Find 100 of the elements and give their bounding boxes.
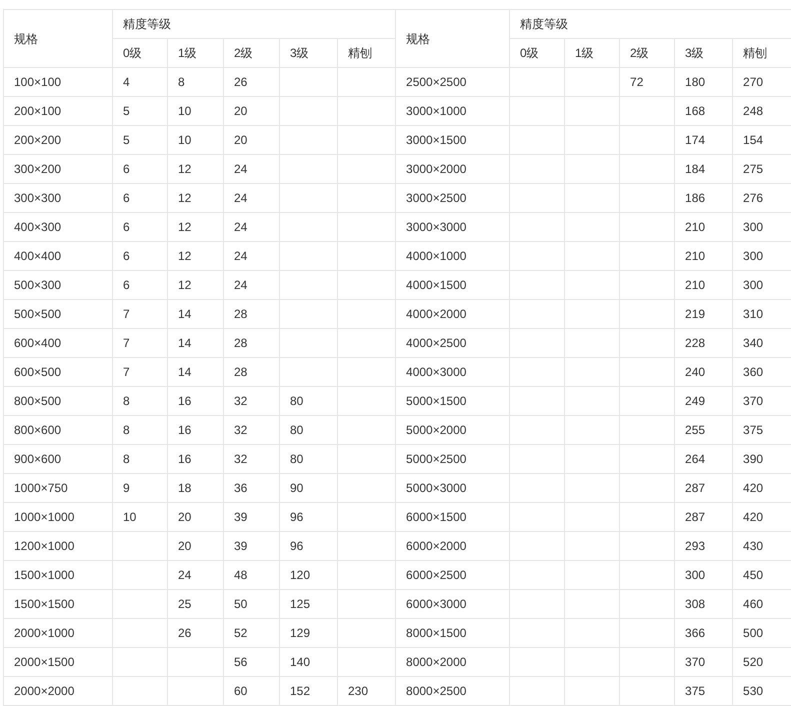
- table-cell: 140: [280, 648, 338, 676]
- table-cell: 8: [112, 416, 168, 444]
- column-group-header: 精度等级: [510, 10, 791, 38]
- table-cell: 90: [280, 474, 338, 502]
- table-cell: 26: [224, 68, 280, 96]
- table-cell: 219: [674, 300, 733, 328]
- table-cell: 287: [674, 474, 733, 502]
- table-cell: 12: [168, 270, 224, 300]
- table-cell: 16: [168, 444, 224, 474]
- table-cell: 200×200: [4, 126, 112, 154]
- table-cell: 28: [224, 328, 280, 358]
- table-cell: 9: [112, 474, 168, 502]
- table-cell: 174: [674, 126, 733, 154]
- table-cell: 2000×1000: [4, 618, 112, 648]
- table-cell: 600×500: [4, 358, 112, 386]
- table-cell: 8: [168, 68, 224, 96]
- table-cell: 8: [112, 444, 168, 474]
- table-cell: 4000×3000: [396, 358, 510, 386]
- table-cell: 255: [674, 416, 733, 444]
- table-cell: 32: [224, 416, 280, 444]
- table-cell: 16: [168, 416, 224, 444]
- table-cell: 24: [224, 212, 280, 242]
- table-cell: 25: [168, 590, 224, 618]
- table-cell: 200×100: [4, 96, 112, 126]
- table-cell: 6000×2000: [396, 532, 510, 560]
- table-cell: 24: [224, 154, 280, 184]
- table-cell: 308: [674, 590, 733, 618]
- table-cell: 96: [280, 532, 338, 560]
- table-cell: 24: [224, 184, 280, 212]
- table-cell: 168: [674, 96, 733, 126]
- table-cell: 210: [674, 242, 733, 270]
- table-cell: 39: [224, 532, 280, 560]
- column-header: 3级: [280, 38, 338, 68]
- table-cell: 4: [112, 68, 168, 96]
- table-cell: 6000×1500: [396, 502, 510, 532]
- table-cell: 184: [674, 154, 733, 184]
- table-cell: 900×600: [4, 444, 112, 474]
- table-cell: 52: [224, 618, 280, 648]
- column-header: 1级: [168, 38, 224, 68]
- table-cell: 3000×1500: [396, 126, 510, 154]
- table-cell: 7: [112, 300, 168, 328]
- table-cell: 1500×1500: [4, 590, 112, 618]
- table-cell: 14: [168, 300, 224, 328]
- column-header: 2级: [224, 38, 280, 68]
- table-cell: 180: [674, 68, 733, 96]
- table-cell: 10: [168, 126, 224, 154]
- table-cell: 366: [674, 618, 733, 648]
- table-cell: 7: [112, 328, 168, 358]
- table-cell: 5000×2500: [396, 444, 510, 474]
- table-cell: 2000×1500: [4, 648, 112, 676]
- table-cell: 5000×2000: [396, 416, 510, 444]
- table-cell: 18: [168, 474, 224, 502]
- table-cell: 1000×1000: [4, 502, 112, 532]
- table-cell: 28: [224, 300, 280, 328]
- table-cell: 370: [674, 648, 733, 676]
- table-cell: 80: [280, 386, 338, 416]
- table-cell: 32: [224, 444, 280, 474]
- table-cell: 264: [674, 444, 733, 474]
- table-cell: 210: [674, 270, 733, 300]
- table-cell: 28: [224, 358, 280, 386]
- table-cell: 6: [112, 242, 168, 270]
- table-cell: 32: [224, 386, 280, 416]
- table-cell: 400×300: [4, 212, 112, 242]
- table-cell: 16: [168, 386, 224, 416]
- table-cell: 100×100: [4, 68, 112, 96]
- column-group-header: 精度等级: [112, 10, 396, 38]
- table-cell: 240: [674, 358, 733, 386]
- table-cell: 6000×3000: [396, 590, 510, 618]
- table-cell: 60: [224, 676, 280, 706]
- table-cell: 8: [112, 386, 168, 416]
- table-cell: 80: [280, 416, 338, 444]
- table-cell: 5000×1500: [396, 386, 510, 416]
- table-cell: 14: [168, 358, 224, 386]
- table-cell: 8000×2500: [396, 676, 510, 706]
- table-cell: 1000×750: [4, 474, 112, 502]
- table-cell: 6: [112, 154, 168, 184]
- table-cell: 12: [168, 154, 224, 184]
- table-cell: 6000×2500: [396, 560, 510, 590]
- column-header: 1级: [564, 38, 620, 68]
- table-cell: 12: [168, 242, 224, 270]
- table-cell: 50: [224, 590, 280, 618]
- column-header: 0级: [112, 38, 168, 68]
- table-cell: 210: [674, 212, 733, 242]
- table-cell: 249: [674, 386, 733, 416]
- column-header: 规格: [396, 10, 510, 68]
- table-cell: 1500×1000: [4, 560, 112, 590]
- table-cell: 20: [224, 96, 280, 126]
- table-cell: 39: [224, 502, 280, 532]
- table-cell: 24: [224, 242, 280, 270]
- table-cell: 287: [674, 502, 733, 532]
- table-cell: 600×400: [4, 328, 112, 358]
- column-header: 规格: [4, 10, 112, 68]
- table-cell: 20: [168, 532, 224, 560]
- table-cell: 400×400: [4, 242, 112, 270]
- table-cell: 230: [338, 676, 396, 706]
- table-cell: 36: [224, 474, 280, 502]
- table-cell: 800×500: [4, 386, 112, 416]
- table-cell: 8000×2000: [396, 648, 510, 676]
- table-cell: 5000×3000: [396, 474, 510, 502]
- table-cell: 6: [112, 270, 168, 300]
